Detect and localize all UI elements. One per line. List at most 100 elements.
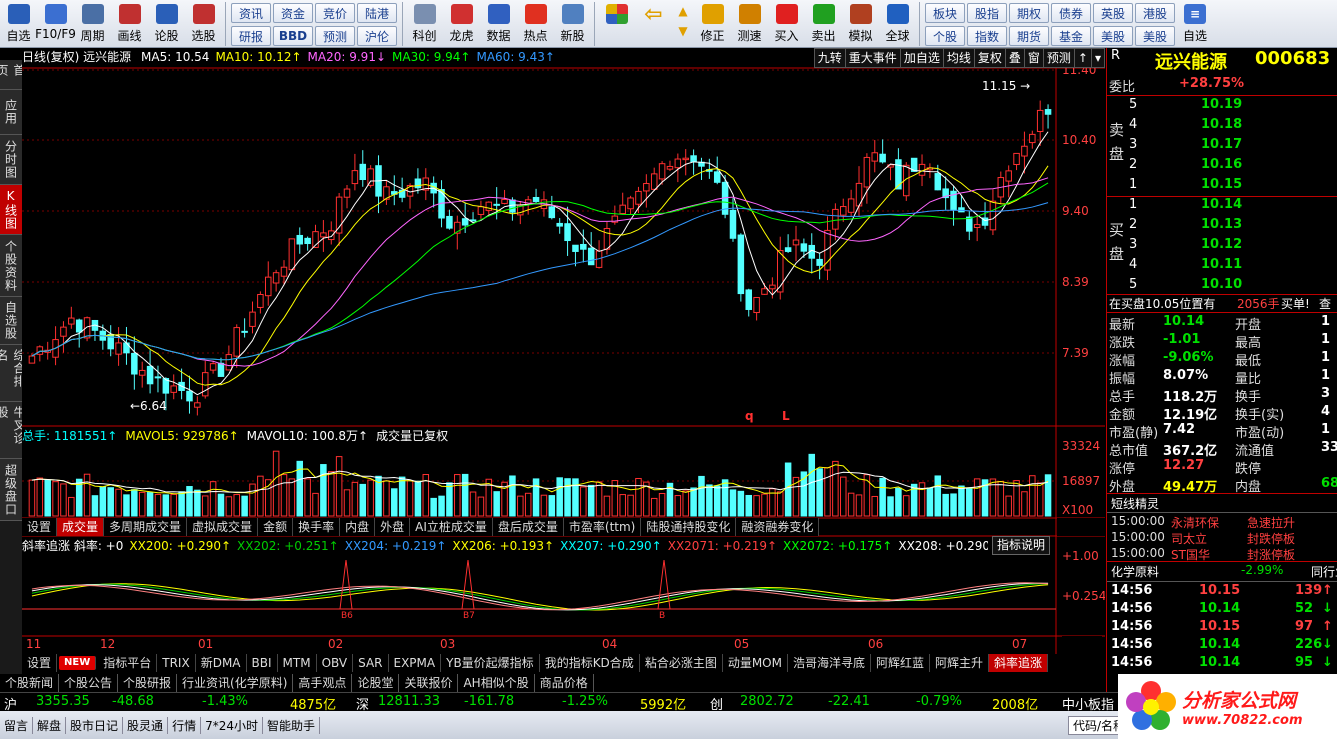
sidebar-item[interactable]: 分时图	[0, 135, 22, 185]
indicator-tab[interactable]: 阿辉红蓝	[871, 654, 931, 672]
indicator-tab[interactable]: 指标平台	[98, 654, 158, 672]
pencil-button[interactable]: 画线	[111, 0, 148, 47]
hammer-button[interactable]: 模拟	[842, 0, 879, 47]
indicator-tab[interactable]: NEW	[59, 656, 97, 670]
sidebar-item[interactable]: 自选股	[0, 297, 22, 345]
toolbar-small-button[interactable]: BBD	[273, 26, 313, 46]
select-stock-button[interactable]: 选股	[185, 0, 222, 47]
indicator-tab[interactable]: BBI	[246, 654, 278, 672]
info-tab[interactable]: AH相似个股	[458, 674, 535, 692]
sci-button[interactable]: 科创	[406, 0, 443, 47]
globe-button[interactable]: 全球	[879, 0, 916, 47]
ipo-button[interactable]: 新股	[554, 0, 591, 47]
toolbar-small-button[interactable]: 个股	[925, 26, 965, 46]
hot-button[interactable]: 热点	[517, 0, 554, 47]
sidebar-item[interactable]: 超级盘口	[0, 459, 22, 521]
discuss-button[interactable]: 论股	[148, 0, 185, 47]
status-button[interactable]: 股市日记	[66, 716, 124, 734]
clock-button[interactable]: 周期	[74, 0, 111, 47]
indicator-tab[interactable]: 浩哥海洋寻底	[787, 654, 871, 672]
toolbar-small-button[interactable]: 研报	[231, 26, 271, 46]
indicator-tab[interactable]: 我的指标KD合成	[539, 654, 640, 672]
index-field[interactable]: 创	[710, 694, 723, 711]
check-button[interactable]: 查	[1319, 295, 1331, 312]
toolbar-small-button[interactable]: 陆港	[357, 3, 397, 23]
info-tab[interactable]: 关联报价	[399, 674, 459, 692]
toolbar-small-button[interactable]: 预测	[315, 26, 355, 46]
chart-tool-button[interactable]: 复权	[973, 48, 1006, 68]
status-button[interactable]: 行情	[168, 716, 202, 734]
info-tab[interactable]: 个股研报	[118, 674, 178, 692]
indicator-tab[interactable]: 新DMA	[195, 654, 247, 672]
toolbar-small-button[interactable]: 债券	[1051, 3, 1091, 23]
indicator-tab[interactable]: MTM	[277, 654, 317, 672]
toolbar-small-button[interactable]: 股指	[967, 3, 1007, 23]
chart-tool-button[interactable]: 加自选	[899, 48, 944, 68]
buy-button[interactable]: 买入	[768, 0, 805, 47]
volume-tab[interactable]: AI立桩成交量	[410, 518, 493, 536]
toolbar-small-button[interactable]: 期货	[1009, 26, 1049, 46]
toolbar-small-button[interactable]: 英股	[1093, 3, 1133, 23]
info-tab[interactable]: 论股堂	[352, 674, 400, 692]
volume-tab[interactable]: 成交量	[57, 518, 105, 536]
indicator-tab[interactable]: 斜率追涨	[989, 654, 1049, 672]
kline-chart-area[interactable]: 11.40 10.40 9.40 8.39 7.39 11.15 → ←6.64 q L 3332…	[22, 48, 1105, 672]
volume-tab[interactable]: 盘后成交量	[492, 518, 564, 536]
indicator-tab[interactable]: EXPMA	[388, 654, 442, 672]
same-industry-button[interactable]: 同行业	[1311, 563, 1337, 580]
indicator-tab[interactable]: 设置	[22, 654, 58, 672]
toolbar-small-button[interactable]: 期权	[1009, 3, 1049, 23]
chart-tool-button[interactable]: ↑	[1073, 48, 1092, 68]
up-down-buttons[interactable]: ▲ ▼	[672, 0, 694, 47]
toolbar-small-button[interactable]: 沪伦	[357, 26, 397, 46]
status-button[interactable]: 股灵通	[123, 716, 169, 734]
toolbar-small-button[interactable]: 指数	[967, 26, 1007, 46]
sidebar-item[interactable]: 牛叉诊股	[0, 402, 26, 459]
indicator-tab[interactable]: 动量MOM	[722, 654, 788, 672]
sidebar-item[interactable]: 首页	[0, 60, 26, 90]
f10-button[interactable]: F10/F9	[35, 0, 76, 47]
volume-tab[interactable]: 陆股通持股变化	[641, 518, 737, 536]
sidebar-item[interactable]: 综合排名	[0, 345, 26, 402]
toolbar-small-button[interactable]: 美股	[1093, 26, 1133, 46]
volume-tab[interactable]: 虚拟成交量	[187, 518, 259, 536]
status-button[interactable]: 智能助手	[263, 716, 320, 734]
sidebar-item[interactable]: 个股资料	[0, 235, 22, 297]
toolbar-small-button[interactable]: 竞价	[315, 3, 355, 23]
timer-button[interactable]: 测速	[731, 0, 768, 47]
status-button[interactable]: 解盘	[33, 716, 67, 734]
volume-tab[interactable]: 金额	[258, 518, 294, 536]
info-tab[interactable]: 商品价格	[535, 674, 594, 692]
info-tab[interactable]: 个股新闻	[0, 674, 60, 692]
indicator-tab[interactable]: TRIX	[157, 654, 196, 672]
toolbar-small-button[interactable]: 美股	[1135, 26, 1175, 46]
volume-tab[interactable]: 市盈率(ttm)	[563, 518, 642, 536]
index-tail[interactable]: 中小板指	[1062, 694, 1114, 711]
chart-tool-button[interactable]: 叠	[1004, 48, 1025, 68]
star-button[interactable]: 自选	[0, 0, 37, 47]
indicator-help-button[interactable]: 指标说明	[992, 536, 1051, 555]
adjust-button[interactable]: 修正	[694, 0, 731, 47]
volume-tab[interactable]: 多周期成交量	[104, 518, 188, 536]
toolbar-small-button[interactable]: 资讯	[231, 3, 271, 23]
chart-tool-button[interactable]: 九转	[813, 48, 846, 68]
indicator-tab[interactable]: OBV	[316, 654, 354, 672]
toolbar-small-button[interactable]: 板块	[925, 3, 965, 23]
up-arrow-icon[interactable]: ▲	[678, 4, 687, 18]
volume-tab[interactable]: 内盘	[340, 518, 376, 536]
volume-tab[interactable]: 换手率	[293, 518, 341, 536]
toolbar-small-button[interactable]: 港股	[1135, 3, 1175, 23]
indicator-tab[interactable]: 粘合必涨主图	[639, 654, 723, 672]
colorful-grid-button[interactable]	[598, 0, 635, 47]
dragon-button[interactable]: 龙虎	[443, 0, 480, 47]
volume-tab[interactable]: 外盘	[375, 518, 411, 536]
indicator-tab[interactable]: YB量价起爆指标	[441, 654, 540, 672]
indicator-tab[interactable]: SAR	[353, 654, 389, 672]
status-button[interactable]: 7*24小时	[201, 716, 263, 734]
back-button[interactable]: ⇦	[635, 0, 672, 47]
info-tab[interactable]: 高手观点	[293, 674, 353, 692]
info-tab[interactable]: 个股公告	[59, 674, 119, 692]
indicator-tab[interactable]: 阿辉主升	[930, 654, 990, 672]
chart-tool-button[interactable]: 预测	[1042, 48, 1075, 68]
chart-tool-button[interactable]: 窗	[1023, 48, 1044, 68]
